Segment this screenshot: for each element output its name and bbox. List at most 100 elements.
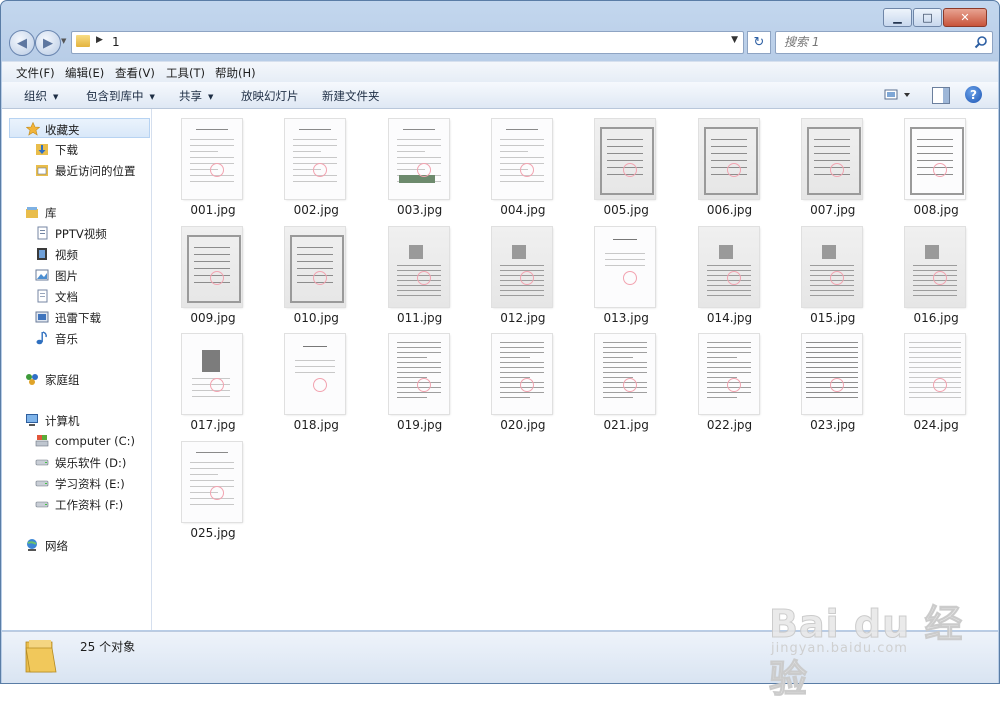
file-name: 019.jpg — [396, 418, 443, 432]
recent-pages-chevron-icon[interactable]: ▼ — [61, 37, 66, 45]
file-item[interactable]: 019.jpg — [361, 324, 461, 432]
file-thumbnail — [698, 119, 759, 199]
file-item[interactable]: 004.jpg — [464, 109, 564, 217]
nav-thunder-downloads[interactable]: 迅雷下载 — [2, 307, 151, 327]
file-name: 003.jpg — [396, 203, 443, 217]
nav-libraries[interactable]: 库 — [2, 202, 151, 222]
close-button[interactable]: ✕ — [943, 8, 987, 27]
help-icon: ? — [970, 87, 977, 102]
file-item[interactable]: 014.jpg — [671, 217, 771, 325]
file-item[interactable]: 013.jpg — [567, 217, 667, 325]
nav-pptv[interactable]: PPTV视频 — [2, 223, 151, 243]
file-thumbnail — [801, 334, 862, 414]
stamp-mark — [829, 270, 844, 285]
new-folder-button[interactable]: 新建文件夹 — [322, 88, 380, 104]
nav-drive-f[interactable]: 工作资料 (F:) — [2, 494, 151, 514]
maximize-button[interactable]: □ — [913, 8, 942, 27]
menu-view[interactable]: 查看(V) — [115, 65, 155, 81]
file-item[interactable]: 021.jpg — [567, 324, 667, 432]
forward-button[interactable]: ▶ — [35, 30, 61, 56]
file-thumbnail — [595, 334, 656, 414]
file-name: 002.jpg — [293, 203, 339, 217]
file-item[interactable]: 005.jpg — [567, 109, 667, 217]
organize-label: 组织 — [24, 89, 47, 103]
file-thumbnail — [491, 226, 552, 307]
file-item[interactable]: 001.jpg — [154, 109, 254, 217]
breadcrumb-separator-icon[interactable]: ▶ — [96, 35, 103, 45]
nav-favorites-label: 收藏夹 — [45, 123, 80, 137]
search-icon[interactable] — [974, 35, 988, 49]
share-button[interactable]: 共享 ▼ — [179, 88, 213, 104]
stamp-mark — [210, 163, 224, 177]
library-icon — [26, 207, 38, 218]
stamp-mark — [210, 378, 224, 392]
file-item[interactable]: 012.jpg — [464, 217, 564, 325]
menu-tools[interactable]: 工具(T) — [166, 65, 205, 81]
file-item[interactable]: 009.jpg — [154, 217, 254, 325]
network-icon — [27, 539, 37, 551]
stamp-mark — [726, 378, 741, 392]
nav-downloads[interactable]: 下载 — [2, 139, 151, 159]
menu-file[interactable]: 文件(F) — [16, 65, 55, 81]
file-item[interactable]: 015.jpg — [774, 217, 874, 325]
address-dropdown-icon[interactable]: ▼ — [731, 35, 738, 45]
file-item[interactable]: 010.jpg — [257, 217, 357, 325]
file-item[interactable]: 008.jpg — [877, 109, 977, 217]
include-in-library-button[interactable]: 包含到库中 ▼ — [86, 88, 155, 104]
file-item[interactable]: 003.jpg — [361, 109, 461, 217]
preview-pane-button[interactable] — [932, 87, 950, 104]
nav-drive-d[interactable]: 娱乐软件 (D:) — [2, 452, 151, 472]
file-item[interactable]: 024.jpg — [877, 324, 977, 432]
file-item[interactable]: 025.jpg — [154, 432, 254, 540]
folder-icon — [76, 35, 90, 47]
breadcrumb-current-folder[interactable]: 1 — [112, 35, 120, 49]
minimize-button[interactable]: ▁ — [883, 8, 912, 27]
nav-drive-f-label: 工作资料 (F:) — [55, 498, 124, 512]
slideshow-button[interactable]: 放映幻灯片 — [241, 88, 299, 104]
nav-drive-e[interactable]: 学习资料 (E:) — [2, 473, 151, 493]
menu-help[interactable]: 帮助(H) — [215, 65, 256, 81]
nav-music[interactable]: 音乐 — [2, 328, 151, 348]
file-item[interactable]: 007.jpg — [774, 109, 874, 217]
menu-edit[interactable]: 编辑(E) — [65, 65, 104, 81]
file-item[interactable]: 011.jpg — [361, 217, 461, 325]
file-name: 016.jpg — [913, 310, 959, 325]
file-item[interactable]: 017.jpg — [154, 324, 254, 432]
search-input[interactable] — [784, 35, 964, 49]
file-item[interactable]: 006.jpg — [671, 109, 771, 217]
nav-documents-label: 文档 — [55, 290, 78, 304]
file-item[interactable]: 020.jpg — [464, 324, 564, 432]
change-view-button[interactable] — [884, 87, 914, 103]
nav-favorites[interactable]: 收藏夹 — [9, 118, 150, 138]
nav-pictures-label: 图片 — [55, 269, 78, 283]
file-item[interactable]: 023.jpg — [774, 324, 874, 432]
nav-pictures[interactable]: 图片 — [2, 265, 151, 285]
search-box[interactable] — [775, 31, 993, 54]
music-icon — [36, 331, 47, 345]
stamp-mark — [623, 378, 638, 392]
file-thumbnail — [285, 119, 346, 199]
nav-drive-c[interactable]: computer (C:) — [2, 431, 151, 451]
file-name: 024.jpg — [913, 418, 959, 432]
address-bar[interactable]: ▶ 1 ▼ — [71, 31, 744, 54]
back-button[interactable]: ◀ — [9, 30, 35, 56]
nav-homegroup[interactable]: 家庭组 — [2, 369, 151, 389]
file-name: 004.jpg — [500, 203, 546, 217]
file-thumbnail — [491, 334, 552, 414]
nav-videos[interactable]: 视频 — [2, 244, 151, 264]
nav-computer[interactable]: 计算机 — [2, 410, 151, 430]
help-button[interactable]: ? — [965, 86, 982, 103]
refresh-button[interactable]: ↻ — [747, 31, 771, 54]
organize-button[interactable]: 组织 ▼ — [24, 88, 58, 104]
nav-network[interactable]: 网络 — [2, 535, 151, 555]
file-item[interactable]: 002.jpg — [257, 109, 357, 217]
nav-homegroup-label: 家庭组 — [45, 373, 80, 387]
nav-recent-places[interactable]: 最近访问的位置 — [2, 160, 151, 180]
file-item[interactable]: 016.jpg — [877, 217, 977, 325]
nav-network-label: 网络 — [45, 539, 68, 553]
file-item[interactable]: 018.jpg — [257, 324, 357, 432]
nav-documents[interactable]: 文档 — [2, 286, 151, 306]
stamp-mark — [726, 163, 741, 177]
drive-icon — [35, 501, 49, 508]
file-item[interactable]: 022.jpg — [671, 324, 771, 432]
